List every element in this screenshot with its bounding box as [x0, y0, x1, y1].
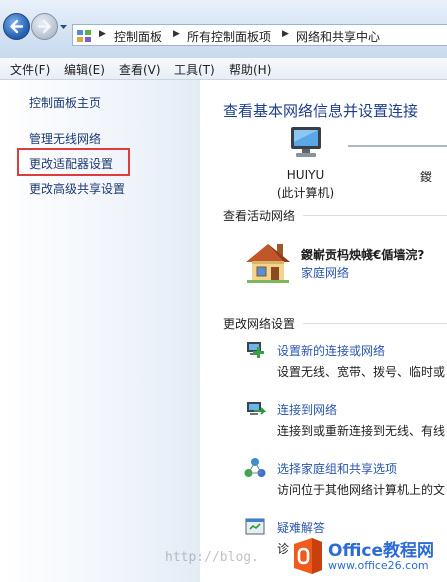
internet-label: 鍐 [420, 170, 433, 184]
menu-bar: 文件(F) 编辑(E) 查看(V) 工具(T) 帮助(H) [0, 58, 447, 80]
new-connection-icon [247, 342, 264, 358]
breadcrumb-item-all-items[interactable]: 所有控制面板项 [187, 28, 271, 45]
menu-help[interactable]: 帮助(H) [229, 61, 271, 78]
breadcrumb[interactable]: ▶ 控制面板 ▶ 所有控制面板项 ▶ 网络和共享中心 [72, 24, 447, 46]
page-title: 查看基本网络信息并设置连接 [223, 102, 419, 120]
divider [303, 215, 447, 216]
home-network-icon [246, 244, 290, 283]
chevron-right-icon: ▶ [173, 29, 180, 39]
divider [303, 323, 447, 324]
connect-network-icon [247, 402, 266, 415]
office-watermark-url: www.office26.com [328, 559, 429, 572]
highlight-annotation [17, 148, 130, 176]
task-connect-network-desc: 连接到或重新连接到无线、有线 [277, 424, 446, 438]
arrow-left-icon [10, 19, 24, 34]
chevron-right-icon: ▶ [99, 29, 106, 39]
history-dropdown-icon[interactable] [59, 23, 68, 31]
menu-file[interactable]: 文件(F) [10, 61, 50, 78]
active-network-type-link[interactable]: 家庭网络 [301, 264, 349, 281]
connection-line [348, 145, 447, 147]
active-network-name: 鍐嶄贡杩炴帴€偱墙浣? [301, 248, 425, 262]
task-connect-network-link[interactable]: 连接到网络 [277, 401, 337, 418]
computer-icon [291, 127, 321, 157]
menu-tools[interactable]: 工具(T) [174, 61, 215, 78]
task-setup-connection-desc: 设置无线、宽带、拨号、临时或 [277, 365, 446, 379]
computer-caption: (此计算机) [276, 186, 335, 200]
arrow-right-icon [37, 19, 51, 34]
office-watermark-title: Office教程网 [328, 541, 435, 561]
sidebar-link-manage-wireless[interactable]: 管理无线网络 [29, 130, 101, 147]
menu-view[interactable]: 查看(V) [119, 61, 161, 78]
back-button[interactable] [3, 13, 30, 40]
menu-edit[interactable]: 编辑(E) [64, 61, 105, 78]
office-logo-icon [294, 538, 322, 574]
breadcrumb-item-network-center[interactable]: 网络和共享中心 [296, 28, 380, 45]
address-bar: ▶ 控制面板 ▶ 所有控制面板项 ▶ 网络和共享中心 [0, 0, 447, 59]
office-watermark: Office教程网 www.office26.com [288, 528, 447, 582]
sidebar-link-control-panel-home[interactable]: 控制面板主页 [29, 94, 101, 111]
forward-button[interactable] [31, 13, 58, 40]
control-panel-icon [77, 30, 91, 42]
homegroup-icon [244, 458, 266, 477]
computer-name: HUIYU [286, 168, 325, 182]
active-networks-title: 查看活动网络 [223, 209, 296, 223]
task-setup-connection-link[interactable]: 设置新的连接或网络 [277, 342, 385, 359]
blog-watermark: http://blog. [165, 550, 259, 565]
troubleshoot-icon [245, 518, 265, 535]
breadcrumb-item-control-panel[interactable]: 控制面板 [114, 28, 162, 45]
main-content: 查看基本网络信息并设置连接 HUIYU (此计算机) 鍐 查看活动网络 鍐嶄贡杩… [200, 80, 447, 582]
task-homegroup-link[interactable]: 选择家庭组和共享选项 [277, 460, 397, 477]
chevron-right-icon: ▶ [282, 29, 289, 39]
sidebar-link-advanced-sharing[interactable]: 更改高级共享设置 [29, 180, 125, 197]
change-settings-title: 更改网络设置 [223, 317, 296, 331]
task-homegroup-desc: 访问位于其他网络计算机上的文 [277, 483, 446, 497]
